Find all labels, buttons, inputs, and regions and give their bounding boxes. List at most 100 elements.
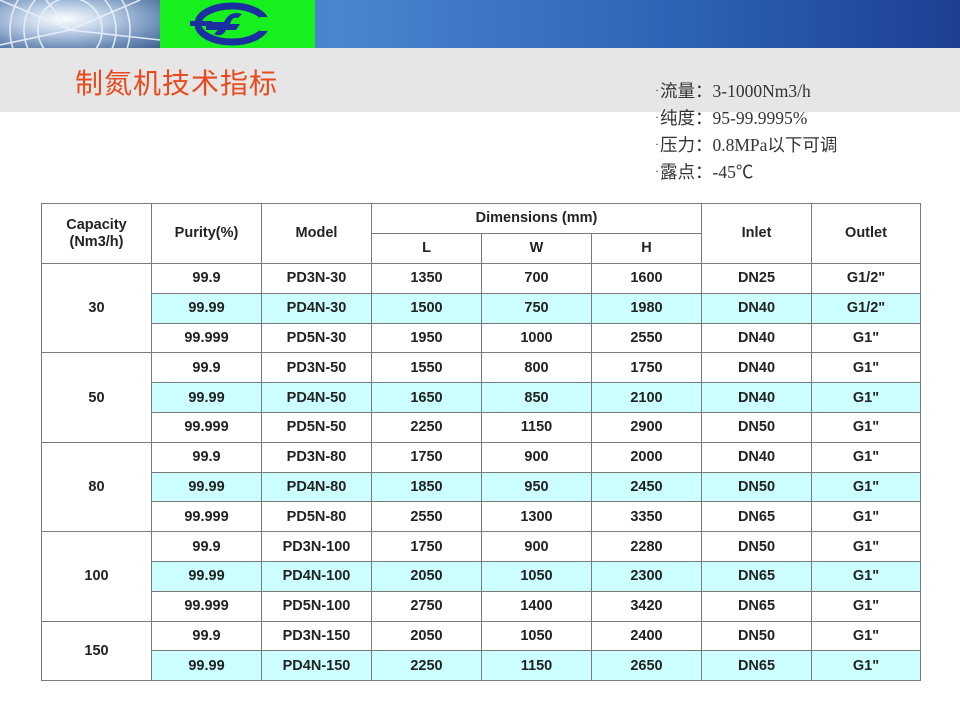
l-cell: 2750 — [371, 590, 482, 622]
h-cell: 2280 — [591, 531, 702, 562]
table-row: 99.999 PD5N-30 1950 1000 2550 DN40 G1" — [42, 322, 921, 354]
inlet-cell: DN40 — [701, 352, 812, 384]
l-cell: 1650 — [371, 382, 482, 413]
inlet-cell: DN50 — [701, 531, 812, 562]
w-cell: 1000 — [481, 322, 592, 354]
spec-list: ·流量：3-1000Nm3/h ·纯度：95-99.9995% ·压力：0.8MPa… — [655, 77, 837, 185]
purity-cell: 99.999 — [151, 322, 262, 354]
inlet-cell: DN65 — [701, 560, 812, 592]
h-cell: 2450 — [591, 471, 702, 503]
h-cell: 2300 — [591, 560, 702, 592]
h-cell: 1600 — [591, 263, 702, 294]
model-cell: PD4N-30 — [261, 292, 372, 324]
spec-value: -45℃ — [712, 162, 754, 182]
header-capacity: Capacity (Nm3/h) — [41, 203, 152, 264]
header-width: W — [481, 233, 592, 264]
outlet-cell: G1" — [811, 322, 921, 354]
top-banner — [0, 0, 960, 48]
table-row: 100 99.9 PD3N-100 1750 900 2280 DN50 G1" — [41, 531, 921, 622]
model-cell: PD5N-30 — [261, 322, 372, 354]
capacity-cell: 100 — [41, 531, 152, 622]
l-cell: 1950 — [371, 322, 482, 354]
l-cell: 2050 — [371, 560, 482, 592]
spec-label: 露点 — [660, 162, 695, 182]
h-cell: 2400 — [591, 620, 702, 652]
inlet-cell: DN50 — [701, 471, 812, 503]
purity-cell: 99.99 — [151, 650, 262, 682]
model-cell: PD5N-50 — [261, 411, 372, 443]
purity-cell: 99.9 — [151, 531, 262, 562]
header-model: Model — [261, 203, 372, 264]
inlet-cell: DN25 — [701, 263, 812, 294]
w-cell: 700 — [481, 263, 592, 294]
header-length: L — [371, 233, 482, 264]
outlet-cell: G1" — [811, 590, 921, 622]
l-cell: 1750 — [371, 531, 482, 562]
spec-separator: ： — [695, 162, 713, 182]
spec-item: ·流量：3-1000Nm3/h — [655, 77, 837, 104]
l-cell: 2550 — [371, 501, 482, 533]
outlet-cell: G1" — [811, 620, 921, 652]
l-cell: 2050 — [371, 620, 482, 652]
table-row: 99.999 PD5N-100 2750 1400 3420 DN65 G1" — [42, 590, 921, 622]
outlet-cell: G1" — [811, 411, 921, 443]
company-logo-icon — [160, 0, 315, 48]
spec-label: 流量 — [660, 81, 695, 101]
capacity-cell: 150 — [41, 620, 152, 682]
spec-value: 0.8MPa以下可调 — [712, 135, 838, 155]
model-cell: PD5N-100 — [261, 590, 372, 622]
model-cell: PD3N-50 — [261, 352, 372, 384]
spec-item: ·纯度：95-99.9995% — [655, 104, 837, 131]
table-row: 80 99.9 PD3N-80 1750 900 2000 DN40 G1" — [41, 441, 921, 533]
w-cell: 1150 — [481, 411, 592, 443]
inlet-cell: DN65 — [701, 501, 812, 533]
table-row: 99.99 PD4N-80 1850 950 2450 DN50 G1" — [42, 471, 921, 503]
purity-cell: 99.9 — [151, 441, 262, 473]
model-cell: PD4N-50 — [261, 382, 372, 413]
inlet-cell: DN50 — [701, 620, 812, 652]
bullet-icon: · — [655, 83, 659, 97]
h-cell: 2100 — [591, 382, 702, 413]
capacity-cell: 30 — [41, 262, 152, 354]
w-cell: 750 — [481, 292, 592, 324]
spec-label: 压力 — [660, 135, 695, 155]
outlet-cell: G1" — [811, 650, 921, 682]
w-cell: 1400 — [481, 590, 592, 622]
spec-table: Capacity (Nm3/h) Purity(%) Model Dimensio… — [41, 203, 921, 682]
table-row: 99.99 PD4N-30 1500 750 1980 DN40 G1/2" — [42, 292, 921, 324]
spec-value: 95-99.9995% — [712, 108, 808, 128]
h-cell: 2900 — [591, 411, 702, 443]
table-row: 99.999 PD5N-50 2250 1150 2900 DN50 G1" — [42, 411, 921, 443]
w-cell: 1300 — [481, 501, 592, 533]
w-cell: 800 — [481, 352, 592, 384]
l-cell: 2250 — [371, 650, 482, 682]
table-row: 50 99.9 PD3N-50 1550 800 1750 DN40 G1" — [41, 352, 921, 443]
header-purity: Purity(%) — [151, 203, 262, 264]
l-cell: 1350 — [371, 263, 482, 294]
header-outlet: Outlet — [811, 203, 921, 264]
l-cell: 1850 — [371, 471, 482, 503]
model-cell: PD5N-80 — [261, 501, 372, 533]
outlet-cell: G1/2" — [811, 292, 921, 324]
w-cell: 1050 — [481, 620, 592, 652]
outlet-cell: G1/2" — [811, 263, 921, 294]
inlet-cell: DN40 — [701, 292, 812, 324]
capacity-cell: 80 — [41, 441, 152, 533]
h-cell: 2000 — [591, 441, 702, 473]
spec-separator: ： — [695, 108, 713, 128]
inlet-cell: DN40 — [701, 441, 812, 473]
w-cell: 900 — [481, 441, 592, 473]
l-cell: 1500 — [371, 292, 482, 324]
h-cell: 1980 — [591, 292, 702, 324]
bullet-icon: · — [655, 164, 659, 178]
inlet-cell: DN40 — [701, 322, 812, 354]
model-cell: PD4N-150 — [261, 650, 372, 682]
h-cell: 2650 — [591, 650, 702, 682]
spec-label: 纯度 — [660, 108, 695, 128]
w-cell: 1150 — [481, 650, 592, 682]
purity-cell: 99.9 — [151, 352, 262, 384]
spec-item: ·露点：-45℃ — [655, 158, 837, 185]
table-row: 99.99 PD4N-150 2250 1150 2650 DN65 G1" — [42, 650, 921, 682]
model-cell: PD3N-100 — [261, 531, 372, 562]
outlet-cell: G1" — [811, 560, 921, 592]
